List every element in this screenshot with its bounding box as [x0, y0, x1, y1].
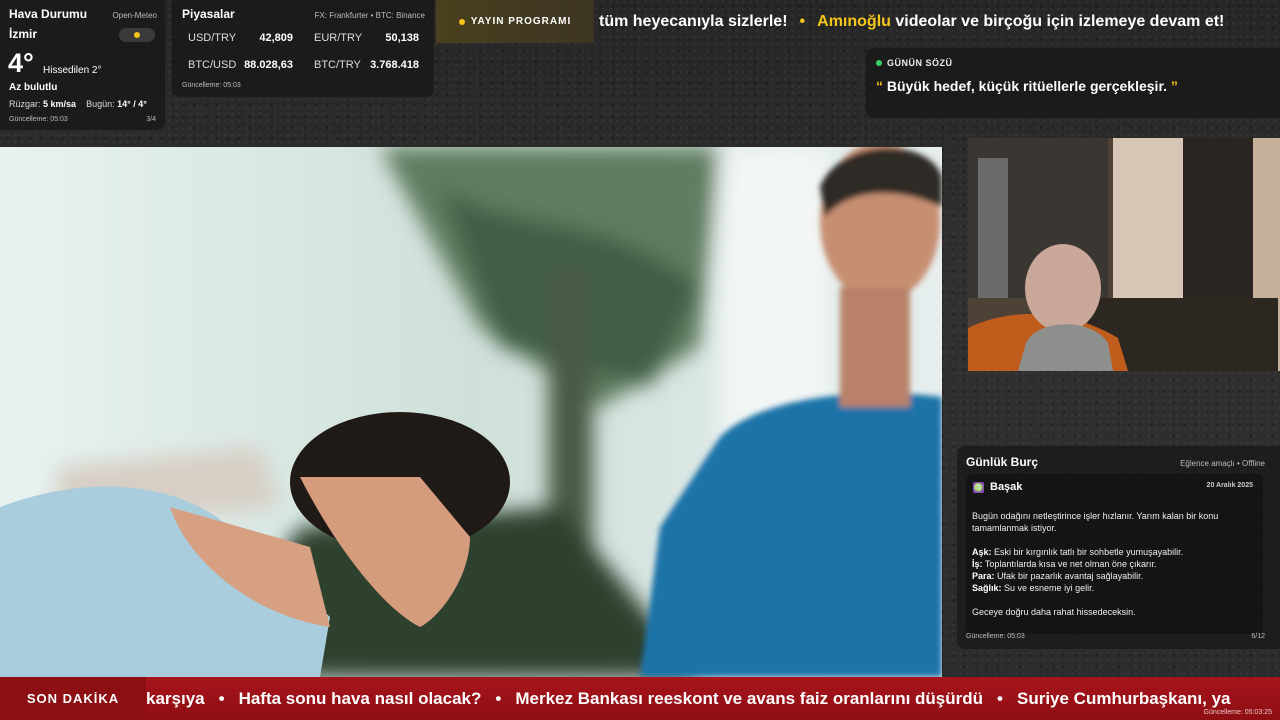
- weather-page-indicator: 3/4: [146, 116, 156, 123]
- ticker-highlight: Amınoğlu: [817, 12, 891, 30]
- breaking-news-bar: karşıya • Hafta sonu hava nasıl olacak? …: [0, 677, 1280, 720]
- horoscope-text: Bugün odağını netleştirince işler hızlan…: [972, 511, 1219, 617]
- schedule-label[interactable]: YAYIN PROGRAMI: [436, 0, 594, 43]
- news-item: karşıya: [146, 688, 205, 708]
- news-item: Suriye Cumhurbaşkanı, ya: [1016, 688, 1231, 708]
- market-row-btctry: BTC/TRY 3.768.418: [314, 59, 419, 71]
- main-video-player[interactable]: [0, 147, 942, 677]
- news-item: Hafta sonu hava nasıl olacak?: [238, 688, 482, 708]
- breaking-updated: Güncelleme: 05:03:25: [1203, 709, 1273, 716]
- live-dot-icon: [458, 18, 465, 25]
- weather-updated: Güncelleme: 05:03: [9, 116, 68, 123]
- news-item: Merkez Bankası reeskont ve avans faiz or…: [515, 688, 984, 708]
- quote-of-the-day: GÜNÜN SÖZÜ “ Büyük hedef, küçük ritüelle…: [866, 48, 1280, 118]
- weather-widget: Hava Durumu Open-Meteo İzmir 4° Hissedil…: [0, 0, 165, 130]
- breaking-news-ticker: karşıya • Hafta sonu hava nasıl olacak? …: [146, 688, 1231, 708]
- horoscope-card: ♍ Başak 20 Aralık 2025 Bugün odağını net…: [966, 474, 1263, 634]
- horoscope-updated: Güncelleme: 05:03: [966, 633, 1025, 640]
- quote-text: “ Büyük hedef, küçük ritüellerle gerçekl…: [876, 78, 1178, 94]
- status-dot-icon: [876, 60, 882, 66]
- weather-temperature: 4°: [8, 48, 34, 78]
- weather-condition: Az bulutlu: [9, 82, 58, 93]
- virgo-icon: ♍: [973, 481, 984, 493]
- horoscope-page-indicator: 6/12: [1251, 633, 1265, 640]
- weather-source: Open-Meteo: [112, 11, 157, 20]
- sun-cloud-icon: [119, 28, 155, 42]
- webcam-frame: [968, 138, 1280, 371]
- market-row-usdtry: USD/TRY 42,809: [188, 32, 293, 44]
- quote-label: GÜNÜN SÖZÜ: [876, 58, 1270, 68]
- horoscope-date: 20 Aralık 2025: [1206, 482, 1253, 489]
- weather-feels-like: Hissedilen 2°: [43, 65, 102, 76]
- horoscope-tag: Eğlence amaçlı • Offline: [1180, 459, 1265, 468]
- daily-horoscope: Günlük Burç Eğlence amaçlı • Offline ♍ B…: [957, 446, 1280, 649]
- breaking-label: SON DAKİKA: [0, 677, 146, 720]
- markets-source: FX: Frankfurter • BTC: Binance: [314, 11, 425, 20]
- webcam-feed: [968, 138, 1280, 371]
- markets-widget: Piyasalar FX: Frankfurter • BTC: Binance…: [172, 0, 434, 97]
- horoscope-sign: ♍ Başak: [973, 481, 1023, 493]
- market-row-eurtry: EUR/TRY 50,138: [314, 32, 419, 44]
- video-frame: [0, 147, 942, 677]
- weather-wind-today: Rüzgar: 5 km/sa Bugün: 14° / 4°: [9, 99, 147, 109]
- markets-updated: Güncelleme: 05:03: [182, 82, 241, 89]
- top-ticker: tüm heyecanıyla sizlerle! • Amınoğlu vid…: [599, 12, 1225, 30]
- market-row-btcusd: BTC/USD 88.028,63: [188, 59, 293, 71]
